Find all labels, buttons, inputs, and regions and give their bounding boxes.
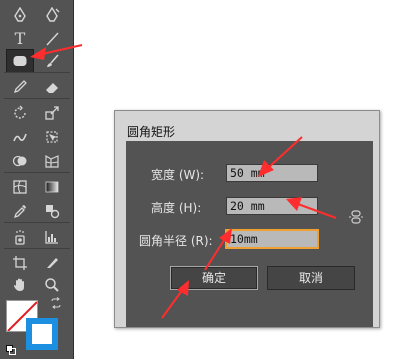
scale-tool-icon[interactable] [38, 101, 66, 125]
height-field[interactable]: 20 mm [226, 197, 318, 215]
default-colors-icon[interactable] [6, 340, 16, 355]
swap-colors-icon[interactable] [50, 297, 62, 312]
graph-tool-icon[interactable] [38, 225, 66, 249]
curvature-pen-icon[interactable] [38, 3, 66, 27]
free-transform-icon[interactable] [38, 125, 66, 149]
blend-tool-icon[interactable] [38, 199, 66, 223]
ok-button[interactable]: 确定 [170, 266, 258, 290]
eyedropper-icon[interactable] [6, 199, 34, 223]
corner-radius-label: 圆角半径 (R): [139, 234, 213, 248]
shape-builder-icon[interactable] [6, 149, 34, 173]
mesh-tool-icon[interactable] [6, 175, 34, 199]
cancel-button[interactable]: 取消 [267, 266, 355, 290]
hand-tool-icon[interactable] [6, 273, 34, 297]
width-label: 宽度 (W): [151, 168, 205, 182]
corner-radius-field[interactable]: 10mm [226, 230, 318, 248]
stroke-color-swatch[interactable] [26, 318, 58, 350]
tools-panel: T [0, 0, 74, 359]
height-label: 高度 (H): [151, 201, 202, 215]
pencil-tool-icon[interactable] [6, 75, 34, 99]
perspective-grid-icon[interactable] [38, 149, 66, 173]
dialog-content-panel: 宽度 (W): 50 mm 高度 (H): 20 mm 圆角半径 (R): 10… [126, 141, 373, 327]
gradient-tool-icon[interactable] [38, 175, 66, 199]
eraser-tool-icon[interactable] [38, 75, 66, 99]
width-field[interactable]: 50 mm [226, 164, 318, 182]
rounded-rectangle-tool-icon[interactable] [6, 49, 34, 73]
dialog-title: 圆角矩形 [127, 125, 176, 139]
constrain-proportions-link-icon[interactable] [349, 209, 365, 225]
warp-tool-icon[interactable] [6, 125, 34, 149]
pen-tool-icon[interactable] [6, 3, 34, 27]
paintbrush-icon[interactable] [38, 49, 66, 73]
zoom-tool-icon[interactable] [38, 273, 66, 297]
rounded-rectangle-dialog: 圆角矩形 宽度 (W): 50 mm 高度 (H): 20 mm 圆角半径 (R… [114, 110, 380, 328]
symbol-sprayer-icon[interactable] [6, 225, 34, 249]
rotate-tool-icon[interactable] [6, 101, 34, 125]
